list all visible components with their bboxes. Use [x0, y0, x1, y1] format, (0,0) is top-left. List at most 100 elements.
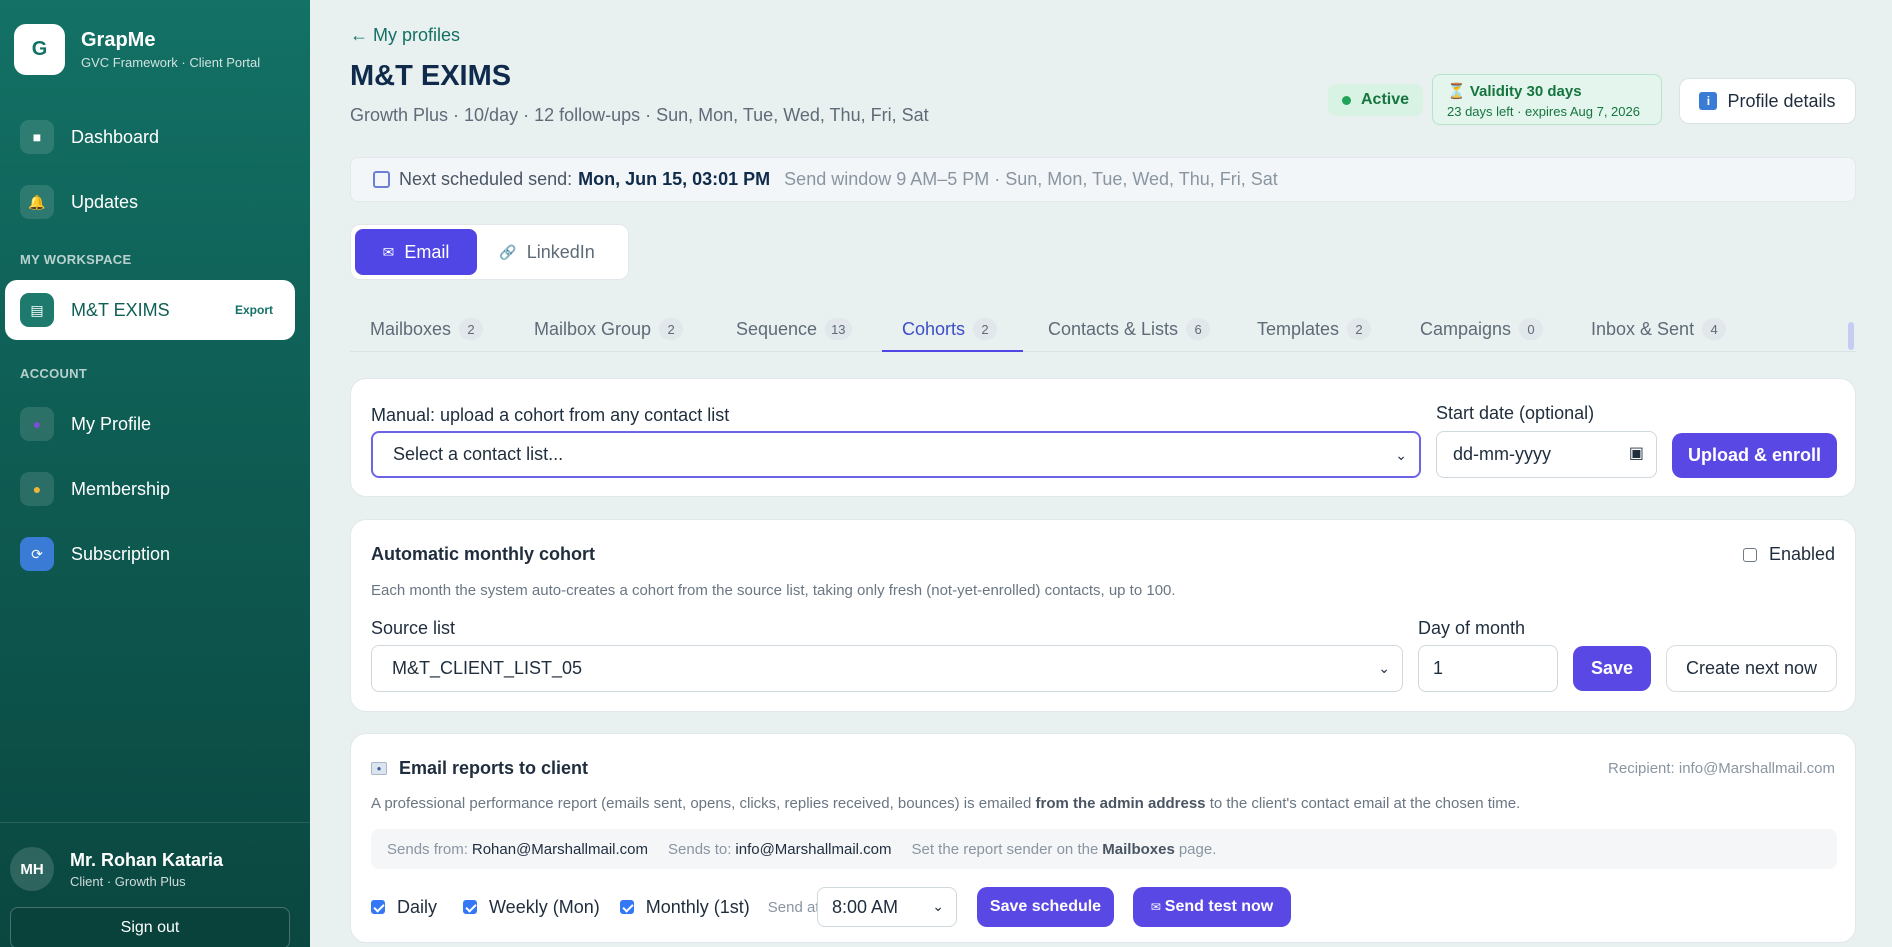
sidebar-item-mt-exims[interactable]: ▤ M&T EXIMS Export: [5, 280, 295, 340]
start-date-value: dd-mm-yyyy: [1453, 444, 1551, 464]
tab-label: Contacts & Lists: [1048, 318, 1179, 339]
contact-list-select-value: Select a contact list...: [393, 444, 564, 464]
sidebar-item-label: Updates: [71, 191, 139, 212]
start-date-label: Start date (optional): [1436, 403, 1595, 423]
sends-to-value: info@Marshallmail.com: [735, 840, 892, 858]
sidebar-item-label: M&T EXIMS: [71, 299, 170, 320]
calendar-picker-icon[interactable]: ▣: [1629, 443, 1644, 463]
back-link[interactable]: ← My profiles: [350, 25, 460, 46]
enabled-toggle[interactable]: Enabled: [1742, 544, 1835, 565]
mailboxes-link[interactable]: Mailboxes: [1102, 841, 1175, 858]
tab-count: 2: [459, 318, 484, 340]
mail-icon: ●: [371, 762, 387, 775]
auto-cohort-card: Automatic monthly cohort Enabled Each mo…: [350, 519, 1856, 712]
channel-tabs: ✉ Email 🔗 LinkedIn: [350, 224, 629, 280]
brand-subtitle: GVC Framework · Client Portal: [81, 55, 261, 70]
sends-from-value: Rohan@Marshallmail.com: [471, 840, 648, 858]
tab-sequence[interactable]: Sequence 13: [736, 318, 852, 340]
day-of-month-value: 1: [1433, 658, 1444, 678]
tabs-scrollbar[interactable]: [1848, 316, 1856, 356]
tab-count: 4: [1702, 318, 1727, 340]
user-block: MH Mr. Rohan Kataria Client · Growth Plu…: [0, 822, 310, 947]
sidebar-item-updates[interactable]: 🔔 Updates: [5, 172, 295, 232]
start-date-input[interactable]: dd-mm-yyyy ▣: [1436, 431, 1657, 478]
mail-icon: ✉: [382, 243, 395, 260]
sidebar-item-label: Dashboard: [71, 126, 160, 147]
daily-label: Daily: [397, 896, 438, 917]
next-send-label: Next scheduled send:: [399, 169, 573, 189]
section-label-workspace: MY WORKSPACE: [20, 252, 132, 267]
user-icon: ●: [20, 407, 54, 441]
enabled-label: Enabled: [1768, 544, 1835, 564]
section-tabs: Mailboxes 2 Mailbox Group 2 Sequence 13 Coh…: [350, 306, 1856, 352]
sign-out-button[interactable]: Sign out: [10, 907, 290, 947]
tab-templates[interactable]: Templates 2: [1257, 318, 1372, 340]
refresh-icon: ⟳: [20, 537, 54, 571]
tab-inbox-sent[interactable]: Inbox & Sent 4: [1591, 318, 1727, 340]
schedule-row: Daily Weekly (Mon) Monthly (1st) Send at: [371, 887, 819, 927]
envelope-icon: ✉: [1150, 900, 1161, 914]
create-next-now-button[interactable]: Create next now: [1666, 645, 1837, 692]
send-test-now-button[interactable]: ✉ Send test now: [1133, 887, 1291, 927]
status-text: Active: [1361, 91, 1410, 108]
brand: G GrapMe GVC Framework · Client Portal: [14, 24, 260, 75]
source-list-select[interactable]: M&T_CLIENT_LIST_05 ⌄: [371, 645, 1403, 692]
sidebar-item-label: My Profile: [71, 413, 152, 434]
contact-list-select[interactable]: Select a contact list... ⌄: [371, 431, 1421, 478]
day-of-month-label: Day of month: [1418, 618, 1526, 638]
monthly-checkbox[interactable]: [619, 900, 634, 914]
send-test-label: Send test now: [1164, 898, 1274, 915]
tab-linkedin[interactable]: 🔗 LinkedIn: [477, 229, 617, 275]
tab-label: Mailboxes: [370, 318, 452, 339]
user-name: Mr. Rohan Kataria: [70, 849, 224, 870]
auto-cohort-description: Each month the system auto-creates a coh…: [371, 582, 1176, 599]
page-subtitle: Growth Plus · 10/day · 12 follow-ups · S…: [350, 105, 929, 125]
monthly-label: Monthly (1st): [645, 896, 750, 917]
recipient-text: Recipient: info@Marshallmail.com: [1608, 760, 1835, 777]
sidebar-item-label: Subscription: [71, 543, 171, 564]
brand-name: GrapMe: [81, 29, 156, 51]
tab-mailbox-group[interactable]: Mailbox Group 2: [534, 318, 684, 340]
weekly-checkbox[interactable]: [463, 900, 478, 914]
sends-from-label: Sends from:: [387, 840, 468, 858]
sidebar-item-subscription[interactable]: ⟳ Subscription: [5, 524, 295, 584]
save-schedule-button[interactable]: Save schedule: [977, 887, 1114, 927]
source-list-label: Source list: [371, 618, 456, 638]
validity-title: ⏳ Validity 30 days: [1447, 83, 1582, 100]
profile-details-button[interactable]: i Profile details: [1679, 78, 1856, 124]
reports-description: A professional performance report (email…: [371, 795, 1520, 812]
weekly-label: Weekly (Mon): [489, 896, 600, 917]
chevron-down-icon: ⌄: [1395, 447, 1407, 463]
calendar-icon: [373, 171, 390, 188]
sidebar: G GrapMe GVC Framework · Client Portal ■…: [0, 0, 310, 947]
day-of-month-input[interactable]: 1: [1418, 645, 1558, 692]
coin-icon: ●: [20, 472, 54, 506]
email-reports-title: ● Email reports to client: [371, 758, 588, 779]
sidebar-item-label: Membership: [71, 478, 171, 499]
export-badge[interactable]: Export: [235, 303, 273, 317]
bell-icon: 🔔: [20, 185, 54, 219]
tab-contacts-lists[interactable]: Contacts & Lists 6: [1048, 318, 1211, 340]
auto-cohort-title: Automatic monthly cohort: [371, 544, 595, 564]
send-time-value: 8:00 AM: [832, 896, 899, 917]
sidebar-item-membership[interactable]: ● Membership: [5, 459, 295, 519]
tab-campaigns[interactable]: Campaigns 0: [1420, 318, 1544, 340]
reports-desc-part: to the client's contact email at the cho…: [1205, 795, 1521, 812]
daily-checkbox[interactable]: [371, 900, 385, 914]
page-title: M&T EXIMS: [350, 60, 512, 92]
save-button[interactable]: Save: [1573, 646, 1651, 691]
avatar: MH: [10, 847, 54, 891]
next-send-value: Mon, Jun 15, 03:01 PM: [578, 169, 771, 189]
tab-count: 6: [1186, 318, 1211, 340]
dashboard-icon: ■: [20, 120, 54, 154]
sidebar-item-my-profile[interactable]: ● My Profile: [5, 394, 295, 454]
enabled-checkbox[interactable]: [1742, 547, 1757, 562]
upload-enroll-button[interactable]: Upload & enroll: [1672, 433, 1837, 478]
sender-note-end: page.: [1178, 840, 1217, 858]
sidebar-item-dashboard[interactable]: ■ Dashboard: [5, 107, 295, 167]
tab-mailboxes[interactable]: Mailboxes 2: [370, 318, 484, 340]
tab-cohorts[interactable]: Cohorts 2: [902, 318, 998, 340]
tab-email[interactable]: ✉ Email: [355, 229, 477, 275]
send-time-select[interactable]: 8:00 AM ⌄: [817, 887, 957, 927]
validity-subtitle: 23 days left · expires Aug 7, 2026: [1447, 104, 1640, 119]
